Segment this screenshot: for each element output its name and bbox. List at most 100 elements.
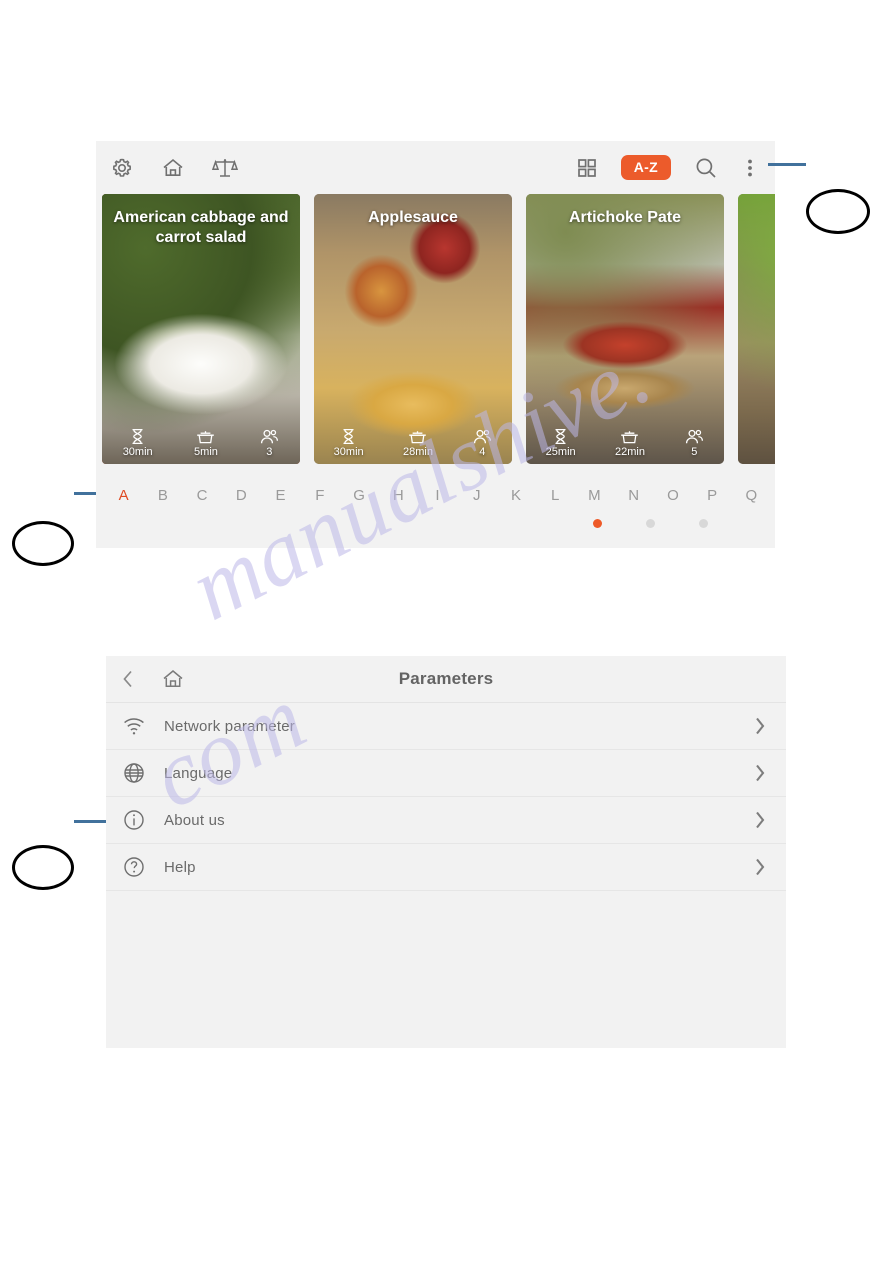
alphabet-letter-q[interactable]: Q <box>732 487 771 504</box>
alphabet-letter-f[interactable]: F <box>300 487 339 504</box>
recipe-card[interactable]: Applesauce 30min 28min 4 <box>314 194 512 464</box>
globe-icon <box>122 761 156 785</box>
hourglass-icon <box>341 428 356 445</box>
recipe-card[interactable]: Artichoke Pate 25min 22min 5 <box>526 194 724 464</box>
wifi-icon <box>122 716 156 736</box>
alphabet-letter-c[interactable]: C <box>182 487 221 504</box>
pot-icon <box>408 429 427 445</box>
cook-time-value: 28min <box>402 446 433 458</box>
alphabet-letter-g[interactable]: G <box>339 487 378 504</box>
recipes-screen: A-Z American cabbage and carrot salad 30… <box>96 141 775 548</box>
servings-cell: 5 <box>684 429 704 458</box>
chevron-right-icon[interactable] <box>752 762 768 784</box>
alphabet-letter-h[interactable]: H <box>379 487 418 504</box>
callout-alphabet-index <box>12 521 74 566</box>
servings-cell: 3 <box>259 429 279 458</box>
cook-time-cell: 5min <box>194 429 218 458</box>
pagination-dots <box>96 519 775 528</box>
callout-about-us <box>12 845 74 890</box>
callout-leader-alphabet <box>74 492 96 495</box>
parameters-screen: Parameters Network parameter Language Ab… <box>106 656 786 1048</box>
param-row-help[interactable]: Help <box>106 844 786 891</box>
prep-time-cell: 30min <box>334 428 364 458</box>
recipe-meta: 25min 22min 5 <box>526 428 724 458</box>
scales-icon[interactable] <box>212 155 238 181</box>
recipe-photo-asparagus <box>738 194 775 464</box>
recipe-meta: 30min 28min 4 <box>314 428 512 458</box>
alphabet-letter-k[interactable]: K <box>496 487 535 504</box>
page-title: Parameters <box>398 669 494 688</box>
param-label: About us <box>164 811 225 829</box>
pot-icon <box>196 429 215 445</box>
pot-icon <box>620 429 639 445</box>
recipe-title: As <box>738 194 775 228</box>
param-row-language[interactable]: Language <box>106 750 786 797</box>
three-dots-vertical-icon[interactable] <box>741 155 759 181</box>
cook-time-cell: 28min <box>403 429 433 458</box>
pagination-dot-2[interactable] <box>646 519 655 528</box>
alphabet-letter-m[interactable]: M <box>575 487 614 504</box>
recipe-photo-artichoke <box>526 194 724 464</box>
callout-leader-more-menu <box>768 163 806 166</box>
param-label: Help <box>164 858 196 876</box>
alphabet-letter-e[interactable]: E <box>261 487 300 504</box>
alphabet-letter-p[interactable]: P <box>693 487 732 504</box>
chevron-right-icon[interactable] <box>752 856 768 878</box>
question-circle-icon <box>122 855 156 879</box>
recipe-card[interactable]: As 35m <box>738 194 775 464</box>
cook-time-cell: 22min <box>615 429 645 458</box>
prep-time-cell: 25min <box>546 428 576 458</box>
home-icon[interactable] <box>160 155 186 181</box>
cook-time-value: 22min <box>614 446 645 458</box>
people-icon <box>684 429 704 445</box>
hourglass-icon <box>553 428 568 445</box>
hourglass-icon <box>130 428 145 445</box>
people-icon <box>259 429 279 445</box>
alphabet-letter-b[interactable]: B <box>143 487 182 504</box>
toolbar-left-group <box>96 155 238 181</box>
servings-value: 3 <box>266 446 273 458</box>
callout-leader-about-us <box>74 820 106 823</box>
recipe-photo-applesauce <box>314 194 512 464</box>
param-label: Network parameter <box>164 717 295 735</box>
toolbar-right-group: A-Z <box>575 155 775 181</box>
parameters-header: Parameters <box>106 656 786 703</box>
alphabet-letter-j[interactable]: J <box>457 487 496 504</box>
alphabet-letter-a[interactable]: A <box>104 487 143 504</box>
info-circle-icon <box>122 808 156 832</box>
chevron-right-icon[interactable] <box>752 715 768 737</box>
servings-value: 5 <box>691 446 698 458</box>
alphabet-letter-n[interactable]: N <box>614 487 653 504</box>
grid-view-icon[interactable] <box>575 156 599 180</box>
callout-more-menu <box>806 189 870 234</box>
page-root: A-Z American cabbage and carrot salad 30… <box>0 0 893 1262</box>
recipe-title: American cabbage and carrot salad <box>113 209 289 246</box>
alphabet-index[interactable]: A B C D E F G H I J K L M N O P Q <box>96 477 775 513</box>
pagination-dot-1[interactable] <box>593 519 602 528</box>
recipe-meta: 35m <box>738 428 775 458</box>
servings-value: 4 <box>479 446 486 458</box>
gear-icon[interactable] <box>110 156 134 180</box>
alphabet-letter-d[interactable]: D <box>222 487 261 504</box>
recipes-toolbar: A-Z <box>96 141 775 194</box>
chevron-right-icon[interactable] <box>752 809 768 831</box>
alphabet-letter-l[interactable]: L <box>536 487 575 504</box>
pagination-dot-3[interactable] <box>699 519 708 528</box>
param-label: Language <box>164 764 233 782</box>
sort-az-button[interactable]: A-Z <box>620 155 671 180</box>
cook-time-value: 5min <box>194 446 218 458</box>
recipe-title: Applesauce <box>368 209 458 226</box>
prep-time-value: 25min <box>545 446 576 458</box>
param-row-network[interactable]: Network parameter <box>106 703 786 750</box>
recipe-card[interactable]: American cabbage and carrot salad 30min <box>102 194 300 464</box>
recipe-card-strip[interactable]: American cabbage and carrot salad 30min <box>96 194 775 477</box>
alphabet-letter-o[interactable]: O <box>653 487 692 504</box>
param-row-about-us[interactable]: About us <box>106 797 786 844</box>
search-icon[interactable] <box>693 155 719 181</box>
servings-cell: 4 <box>472 429 492 458</box>
people-icon <box>472 429 492 445</box>
alphabet-letter-i[interactable]: I <box>418 487 457 504</box>
recipe-meta: 30min 5min 3 <box>102 428 300 458</box>
prep-time-value: 30min <box>333 446 364 458</box>
prep-time-value: 30min <box>122 446 153 458</box>
